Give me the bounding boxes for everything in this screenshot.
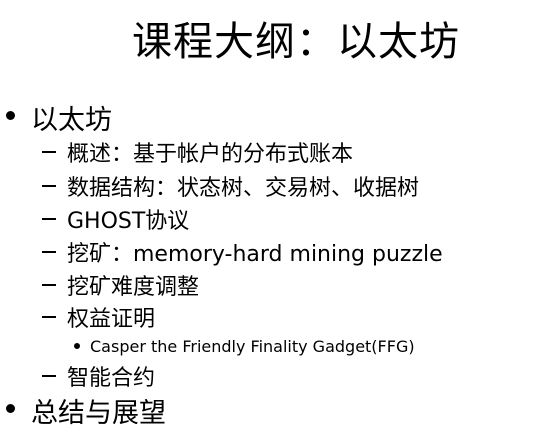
outline-item-text: 挖矿难度调整 bbox=[67, 275, 200, 300]
dash-icon bbox=[42, 375, 56, 377]
outline-item-text: 智能合约 bbox=[67, 366, 156, 391]
dash-icon bbox=[42, 218, 56, 220]
outline-item-text: 挖矿：memory-hard mining puzzle bbox=[67, 242, 443, 267]
outline-item-text: Casper the Friendly Finality Gadget(FFG) bbox=[90, 336, 415, 356]
dash-icon bbox=[42, 151, 56, 153]
outline-item-difficulty: 挖矿难度调整 bbox=[42, 270, 199, 300]
dash-icon bbox=[42, 316, 56, 318]
outline-item-ethereum: 以太坊 bbox=[6, 100, 112, 136]
bullet-icon bbox=[74, 343, 80, 349]
outline-item-text: 数据结构：状态树、交易树、收据树 bbox=[67, 176, 420, 201]
outline-item-casper: Casper the Friendly Finality Gadget(FFG) bbox=[74, 334, 415, 358]
outline-item-text: 权益证明 bbox=[67, 307, 156, 332]
outline-item-text: 总结与展望 bbox=[31, 397, 166, 429]
outline-item-summary: 总结与展望 bbox=[6, 393, 166, 429]
outline-item-proof-of-stake: 权益证明 bbox=[42, 302, 155, 332]
outline-item-text: 概述：基于帐户的分布式账本 bbox=[67, 142, 354, 167]
outline-item-mining: 挖矿：memory-hard mining puzzle bbox=[42, 237, 443, 267]
outline-item-text: GHOST协议 bbox=[67, 209, 190, 234]
slide: 课程大纲：以太坊 以太坊 概述：基于帐户的分布式账本 数据结构：状态树、交易树、… bbox=[0, 0, 559, 439]
outline-item-data-structures: 数据结构：状态树、交易树、收据树 bbox=[42, 171, 419, 201]
outline-item-overview: 概述：基于帐户的分布式账本 bbox=[42, 137, 353, 167]
bullet-icon bbox=[6, 110, 15, 120]
dash-icon bbox=[42, 185, 56, 187]
slide-title: 课程大纲：以太坊 bbox=[132, 19, 460, 65]
outline-item-text: 以太坊 bbox=[31, 104, 112, 136]
outline-item-smart-contracts: 智能合约 bbox=[42, 361, 155, 391]
bullet-icon bbox=[6, 403, 15, 413]
dash-icon bbox=[42, 284, 56, 286]
dash-icon bbox=[42, 251, 56, 253]
outline-item-ghost: GHOST协议 bbox=[42, 204, 189, 234]
